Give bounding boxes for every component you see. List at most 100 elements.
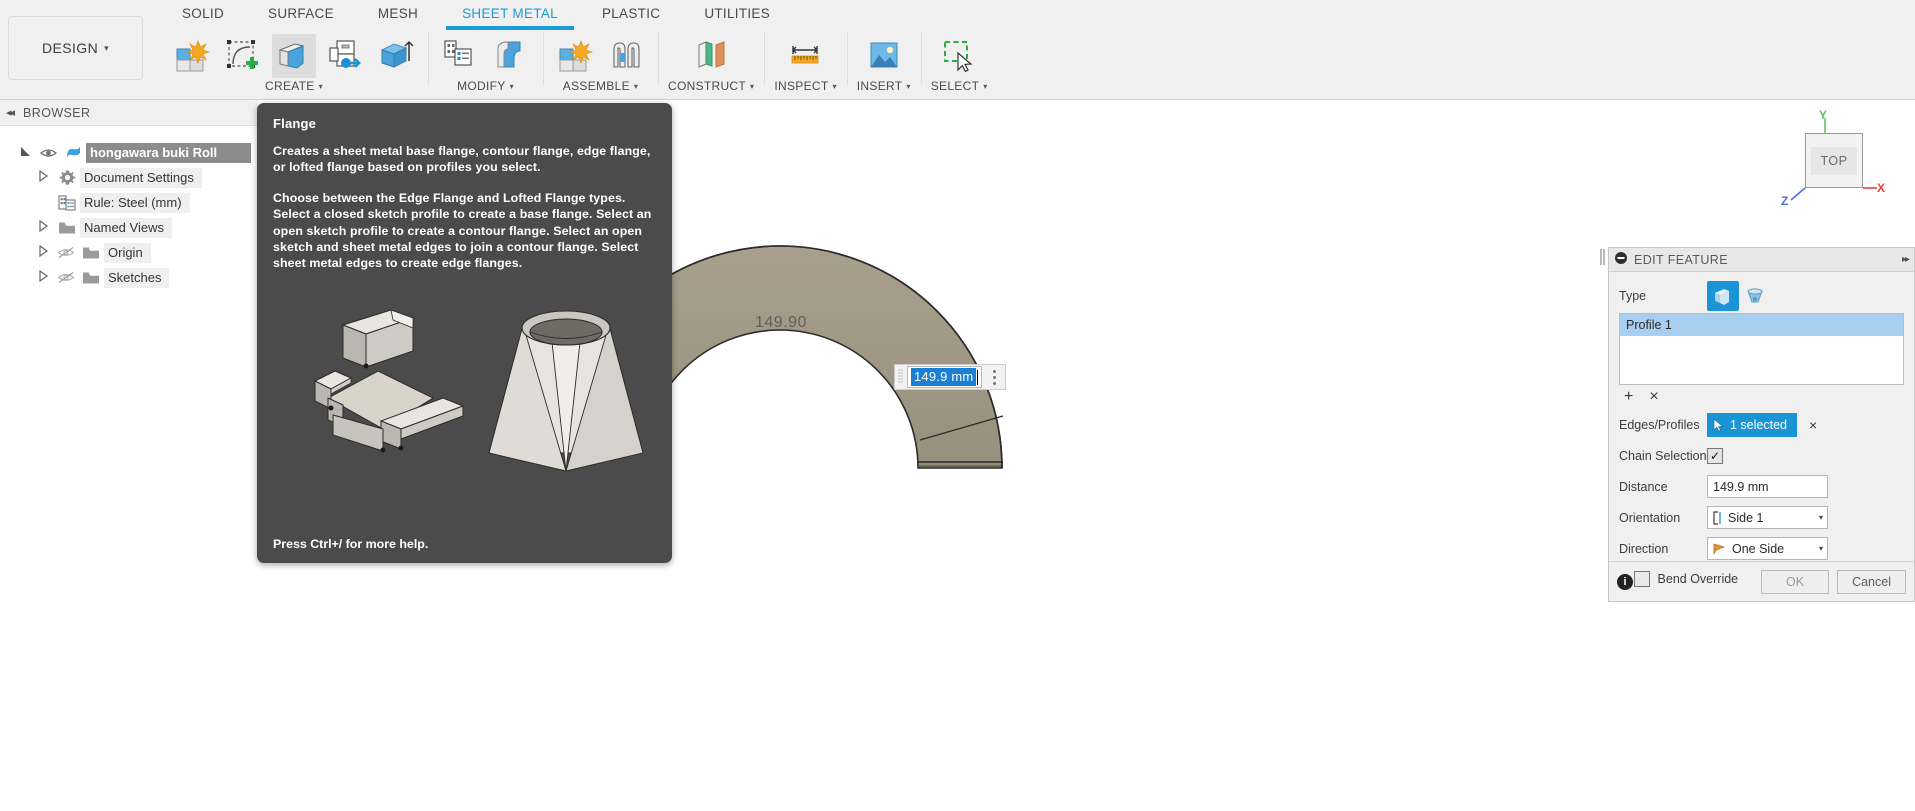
collapse-panel-icon[interactable]: ◂◂ xyxy=(6,106,15,119)
lofted-flange-icon[interactable] xyxy=(1739,281,1771,311)
tab-plastic[interactable]: PLASTIC xyxy=(580,0,682,26)
unfold-icon[interactable] xyxy=(323,34,367,78)
expand-arrow-icon[interactable] xyxy=(32,219,54,235)
axis-x-label: X xyxy=(1877,181,1886,195)
tree-node-origin[interactable]: Origin xyxy=(0,240,258,265)
tree-node-named-views[interactable]: Named Views xyxy=(0,215,258,240)
dialog-title: EDIT FEATURE xyxy=(1634,252,1728,267)
group-label-insert[interactable]: INSERT ▾ xyxy=(857,79,911,93)
tooltip-footer: Press Ctrl+/ for more help. xyxy=(273,537,429,551)
group-label-construct[interactable]: CONSTRUCT ▾ xyxy=(668,79,754,93)
chain-selection-row: Chain Selection ✓ xyxy=(1619,440,1904,471)
dimension-options-icon[interactable] xyxy=(983,369,1005,385)
folder-icon xyxy=(54,221,80,235)
bend-sheet-metal-icon[interactable] xyxy=(438,34,482,78)
collapse-dialog-icon[interactable] xyxy=(1615,252,1627,267)
cancel-button[interactable]: Cancel xyxy=(1837,569,1906,594)
tree-node-root[interactable]: hongawara buki Roll xyxy=(0,140,258,165)
edges-profiles-label: Edges/Profiles xyxy=(1619,417,1700,432)
distance-input[interactable]: 149.9 mm xyxy=(1707,475,1828,498)
tab-solid[interactable]: SOLID xyxy=(160,0,246,26)
dialog-drag-handle[interactable] xyxy=(1598,247,1607,267)
view-cube[interactable]: TOP Y X Z xyxy=(1773,108,1893,215)
clear-selection-button[interactable]: × xyxy=(1809,417,1817,433)
edge-flange-icon[interactable] xyxy=(1707,280,1739,311)
edit-feature-dialog: EDIT FEATURE ▸▸ Type Profile 1 + × Edges… xyxy=(1608,247,1915,602)
ok-button[interactable]: OK xyxy=(1761,569,1830,594)
dimension-input[interactable]: 149.9 mm xyxy=(907,366,983,388)
group-label-assemble[interactable]: ASSEMBLE ▾ xyxy=(563,79,638,93)
expand-arrow-icon[interactable] xyxy=(14,145,36,161)
group-label-text: INSPECT xyxy=(774,79,829,93)
edges-profiles-select-button[interactable]: 1 selected xyxy=(1707,412,1797,437)
tab-sheet-metal[interactable]: SHEET METAL xyxy=(440,0,580,30)
create-sketch-solid-icon[interactable] xyxy=(170,34,214,78)
expand-panel-icon[interactable]: ▸▸ xyxy=(1902,254,1910,265)
dimension-edit-box[interactable]: 149.9 mm xyxy=(894,364,1007,390)
direction-label: Direction xyxy=(1619,541,1669,556)
browser-header: ◂◂ BROWSER xyxy=(0,100,258,126)
group-label-text: INSERT xyxy=(856,79,903,93)
expand-arrow-icon[interactable] xyxy=(32,269,54,285)
dimension-input-value: 149.9 mm xyxy=(911,368,977,386)
chevron-down-icon: ▾ xyxy=(750,81,755,91)
ribbon-tab-bar: SOLID SURFACE MESH SHEET METAL PLASTIC U… xyxy=(160,0,792,30)
orientation-value: Side 1 xyxy=(1728,510,1764,525)
workspace-switcher-button[interactable]: DESIGN ▾ xyxy=(8,16,143,80)
gear-icon xyxy=(54,169,80,186)
browser-tree: hongawara buki Roll Document Settings Ru… xyxy=(0,126,258,290)
ribbon-group-construct: CONSTRUCT ▾ xyxy=(658,26,764,100)
flange-icon[interactable] xyxy=(272,34,316,78)
new-component-icon[interactable] xyxy=(553,34,597,78)
tree-node-document-settings[interactable]: Document Settings xyxy=(0,165,258,190)
edges-profiles-value: 1 selected xyxy=(1730,417,1787,432)
tab-label: MESH xyxy=(377,5,419,21)
group-label-inspect[interactable]: INSPECT ▾ xyxy=(774,79,836,93)
tab-surface[interactable]: SURFACE xyxy=(246,0,356,26)
tree-node-label: Document Settings xyxy=(80,167,202,188)
expand-arrow-icon[interactable] xyxy=(32,169,54,185)
profiles-listbox[interactable]: Profile 1 xyxy=(1619,313,1904,385)
direction-select[interactable]: One Side ▾ xyxy=(1707,537,1828,560)
rule-icon xyxy=(54,194,80,211)
info-icon[interactable]: i xyxy=(1617,573,1633,590)
orientation-select[interactable]: Side 1 ▾ xyxy=(1707,506,1828,529)
group-label-create[interactable]: CREATE ▾ xyxy=(265,79,323,93)
tree-node-rule-steel[interactable]: Rule: Steel (mm) xyxy=(0,190,258,215)
add-profile-button[interactable]: + xyxy=(1624,388,1633,406)
group-label-text: CREATE xyxy=(265,79,315,93)
ribbon-group-inspect: INSPECT ▾ xyxy=(764,26,846,100)
direction-row: Direction One Side ▾ xyxy=(1619,533,1904,564)
ribbon-group-select: SELECT ▾ xyxy=(920,26,998,100)
tab-utilities[interactable]: UTILITIES xyxy=(682,0,792,26)
visibility-hidden-icon[interactable] xyxy=(54,271,78,284)
visibility-eye-icon[interactable] xyxy=(36,147,60,159)
ribbon-group-assemble: ASSEMBLE ▾ xyxy=(543,26,658,100)
measure-icon[interactable] xyxy=(784,34,828,78)
tab-mesh[interactable]: MESH xyxy=(356,0,440,26)
construction-plane-icon[interactable] xyxy=(689,34,733,78)
expand-arrow-icon[interactable] xyxy=(32,244,54,260)
tree-node-sketches[interactable]: Sketches xyxy=(0,265,258,290)
group-label-text: CONSTRUCT xyxy=(668,79,747,93)
chevron-down-icon: ▾ xyxy=(1818,544,1823,553)
visibility-hidden-icon[interactable] xyxy=(54,246,78,259)
orientation-label: Orientation xyxy=(1619,510,1681,525)
list-item[interactable]: Profile 1 xyxy=(1620,314,1903,336)
dimension-label[interactable]: 149.90 xyxy=(755,314,807,332)
remove-profile-button[interactable]: × xyxy=(1649,388,1658,406)
drag-grip-icon[interactable] xyxy=(895,365,906,389)
group-label-text: ASSEMBLE xyxy=(562,79,630,93)
convert-to-sheet-metal-icon[interactable] xyxy=(489,34,533,78)
list-operations: + × xyxy=(1619,385,1904,409)
chain-selection-checkbox[interactable]: ✓ xyxy=(1707,447,1723,464)
select-window-icon[interactable] xyxy=(937,34,981,78)
group-label-select[interactable]: SELECT ▾ xyxy=(931,79,988,93)
chevron-down-icon: ▾ xyxy=(318,81,323,91)
group-label-modify[interactable]: MODIFY ▾ xyxy=(457,79,514,93)
insert-image-icon[interactable] xyxy=(862,34,906,78)
joint-icon[interactable] xyxy=(604,34,648,78)
dialog-header[interactable]: EDIT FEATURE ▸▸ xyxy=(1609,248,1914,272)
extrude-icon[interactable] xyxy=(374,34,418,78)
create-sketch-icon[interactable] xyxy=(221,34,265,78)
